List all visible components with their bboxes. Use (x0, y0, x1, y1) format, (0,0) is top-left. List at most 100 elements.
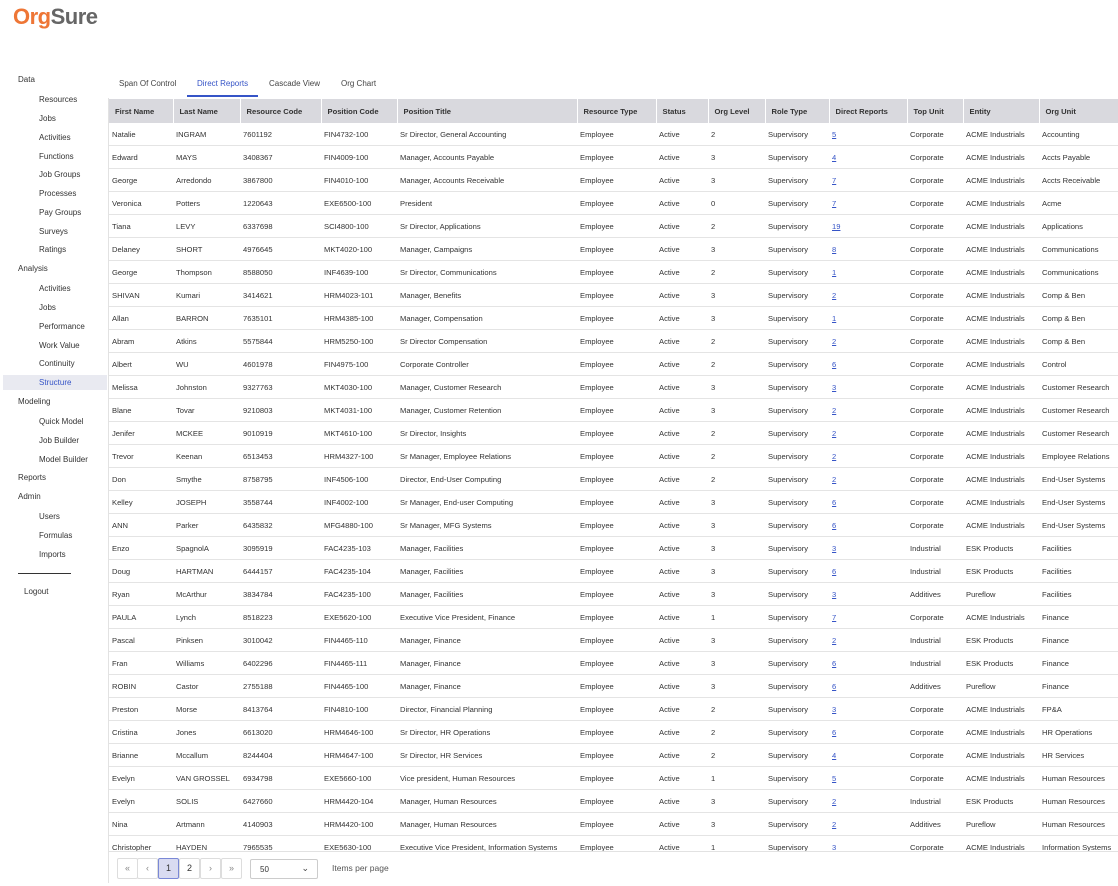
sidebar-item-quick-model[interactable]: Quick Model (39, 417, 83, 426)
direct-reports-link[interactable]: 5 (832, 774, 836, 783)
direct-reports-link[interactable]: 2 (832, 429, 836, 438)
tab-org-chart[interactable]: Org Chart (341, 79, 376, 88)
direct-reports-link[interactable]: 2 (832, 820, 836, 829)
sidebar-item-model-builder[interactable]: Model Builder (39, 455, 88, 464)
table-row[interactable]: Pascal Pinksen 3010042 FIN4465-110 Manager, … (109, 628, 1118, 652)
column-header-resource-type[interactable]: Resource Type (577, 99, 657, 123)
column-header-status[interactable]: Status (656, 99, 709, 123)
table-row[interactable]: PAULA Lynch 8518223 EXE5620-100 Executive Vi… (109, 605, 1118, 629)
table-row[interactable]: Brianne Mccallum 8244404 HRM4647-100 Sr Dire… (109, 743, 1118, 767)
direct-reports-link[interactable]: 4 (832, 153, 836, 162)
column-header-top-unit[interactable]: Top Unit (907, 99, 964, 123)
direct-reports-link[interactable]: 1 (832, 314, 836, 323)
direct-reports-link[interactable]: 6 (832, 728, 836, 737)
column-header-position-title[interactable]: Position Title (397, 99, 578, 123)
sidebar-item-functions[interactable]: Functions (39, 152, 74, 161)
sidebar-section-admin[interactable]: Admin (18, 492, 41, 501)
column-header-direct-reports[interactable]: Direct Reports (829, 99, 908, 123)
last-page-button[interactable]: » (221, 858, 242, 879)
direct-reports-link[interactable]: 6 (832, 659, 836, 668)
page-2-button[interactable]: 2 (179, 858, 200, 879)
direct-reports-link[interactable]: 2 (832, 475, 836, 484)
direct-reports-link[interactable]: 8 (832, 245, 836, 254)
column-header-last-name[interactable]: Last Name (173, 99, 241, 123)
direct-reports-link[interactable]: 2 (832, 636, 836, 645)
direct-reports-link[interactable]: 7 (832, 613, 836, 622)
sidebar-item-performance[interactable]: Performance (39, 322, 85, 331)
table-row[interactable]: Jenifer MCKEE 9010919 MKT4610-100 Sr Directo… (109, 421, 1118, 445)
direct-reports-link[interactable]: 2 (832, 452, 836, 461)
table-row[interactable]: Melissa Johnston 9327763 MKT4030-100 Manager… (109, 375, 1118, 399)
table-row[interactable]: Cristina Jones 6613020 HRM4646-100 Sr Direct… (109, 720, 1118, 744)
sidebar-item-imports[interactable]: Imports (39, 550, 66, 559)
table-row[interactable]: Tiana LEVY 6337698 SCI4800-100 Sr Director, … (109, 214, 1118, 238)
sidebar-item-activities[interactable]: Activities (39, 133, 71, 142)
column-header-entity[interactable]: Entity (963, 99, 1040, 123)
sidebar-item-continuity[interactable]: Continuity (39, 359, 75, 368)
table-row[interactable]: George Thompson 8588050 INF4639-100 Sr Direc… (109, 260, 1118, 284)
table-row[interactable]: George Arredondo 3867800 FIN4010-100 Manager… (109, 168, 1118, 192)
table-row[interactable]: Natalie INGRAM 7601192 FIN4732-100 Sr Direct… (109, 123, 1118, 146)
direct-reports-link[interactable]: 6 (832, 682, 836, 691)
sidebar-item-structure[interactable]: Structure (3, 375, 107, 390)
direct-reports-link[interactable]: 1 (832, 268, 836, 277)
column-header-role-type[interactable]: Role Type (765, 99, 830, 123)
sidebar-item-job-builder[interactable]: Job Builder (39, 436, 79, 445)
sidebar-section-analysis[interactable]: Analysis (18, 264, 48, 273)
column-header-org-unit[interactable]: Org Unit (1039, 99, 1118, 123)
direct-reports-link[interactable]: 6 (832, 521, 836, 530)
table-row[interactable]: ANN Parker 6435832 MFG4880-100 Sr Manager, M… (109, 513, 1118, 537)
sidebar-section-data[interactable]: Data (18, 75, 35, 84)
table-row[interactable]: Albert WU 4601978 FIN4975-100 Corporate Cont… (109, 352, 1118, 376)
direct-reports-link[interactable]: 5 (832, 130, 836, 139)
direct-reports-link[interactable]: 6 (832, 567, 836, 576)
table-row[interactable]: Veronica Potters 1220643 EXE6500-100 Preside… (109, 191, 1118, 215)
table-row[interactable]: Evelyn SOLIS 6427660 HRM4420-104 Manager, Hu… (109, 789, 1118, 813)
table-row[interactable]: Allan BARRON 7635101 HRM4385-100 Manager, Co… (109, 306, 1118, 330)
table-row[interactable]: Ryan McArthur 3834784 FAC4235-100 Manager, F… (109, 582, 1118, 606)
table-row[interactable]: ROBIN Castor 2755188 FIN4465-100 Manager, Fi… (109, 674, 1118, 698)
table-row[interactable]: SHIVAN Kumari 3414621 HRM4023-101 Manager, B… (109, 283, 1118, 307)
direct-reports-link[interactable]: 7 (832, 199, 836, 208)
table-row[interactable]: Fran Williams 6402296 FIN4465-111 Manager, F… (109, 651, 1118, 675)
direct-reports-link[interactable]: 6 (832, 360, 836, 369)
table-row[interactable]: Enzo SpagnolA 3095919 FAC4235-103 Manager, F… (109, 536, 1118, 560)
next-page-button[interactable]: › (200, 858, 221, 879)
direct-reports-link[interactable]: 3 (832, 590, 836, 599)
direct-reports-link[interactable]: 19 (832, 222, 840, 231)
direct-reports-link[interactable]: 3 (832, 383, 836, 392)
sidebar-item-processes[interactable]: Processes (39, 189, 76, 198)
sidebar-item-formulas[interactable]: Formulas (39, 531, 72, 540)
sidebar-item-analysis-jobs[interactable]: Jobs (39, 303, 56, 312)
column-header-position-code[interactable]: Position Code (321, 99, 398, 123)
table-row[interactable]: Christopher HAYDEN 7965535 EXE5630-100 Execu… (109, 835, 1118, 851)
table-row[interactable]: Doug HARTMAN 6444157 FAC4235-104 Manager, Fa… (109, 559, 1118, 583)
direct-reports-link[interactable]: 3 (832, 705, 836, 714)
sidebar-section-modeling[interactable]: Modeling (18, 397, 50, 406)
direct-reports-link[interactable]: 2 (832, 406, 836, 415)
table-row[interactable]: Abram Atkins 5575844 HRM5250-100 Sr Director… (109, 329, 1118, 353)
items-per-page-select[interactable]: 50 ⌄ (250, 859, 318, 879)
sidebar-item-pay-groups[interactable]: Pay Groups (39, 208, 81, 217)
column-header-first-name[interactable]: First Name (109, 99, 174, 123)
first-page-button[interactable]: « (117, 858, 138, 879)
table-row[interactable]: Don Smythe 8758795 INF4506-100 Director, End… (109, 467, 1118, 491)
prev-page-button[interactable]: ‹ (137, 858, 158, 879)
direct-reports-link[interactable]: 7 (832, 176, 836, 185)
tab-cascade-view[interactable]: Cascade View (269, 79, 320, 88)
table-row[interactable]: Delaney SHORT 4976645 MKT4020-100 Manager, C… (109, 237, 1118, 261)
direct-reports-link[interactable]: 2 (832, 337, 836, 346)
sidebar-item-jobs[interactable]: Jobs (39, 114, 56, 123)
table-row[interactable]: Nina Artmann 4140903 HRM4420-100 Manager, Hu… (109, 812, 1118, 836)
table-row[interactable]: Evelyn VAN GROSSEL 6934798 EXE5660-100 Vice … (109, 766, 1118, 790)
logout-link[interactable]: Logout (24, 587, 48, 596)
sidebar-item-job-groups[interactable]: Job Groups (39, 170, 80, 179)
sidebar-section-reports[interactable]: Reports (18, 473, 46, 482)
sidebar-item-work-value[interactable]: Work Value (39, 341, 80, 350)
sidebar-item-analysis-activities[interactable]: Activities (39, 284, 71, 293)
direct-reports-link[interactable]: 4 (832, 751, 836, 760)
table-row[interactable]: Trevor Keenan 6513453 HRM4327-100 Sr Manager… (109, 444, 1118, 468)
table-row[interactable]: Kelley JOSEPH 3558744 INF4002-100 Sr Manager… (109, 490, 1118, 514)
sidebar-item-users[interactable]: Users (39, 512, 60, 521)
sidebar-item-ratings[interactable]: Ratings (39, 245, 66, 254)
